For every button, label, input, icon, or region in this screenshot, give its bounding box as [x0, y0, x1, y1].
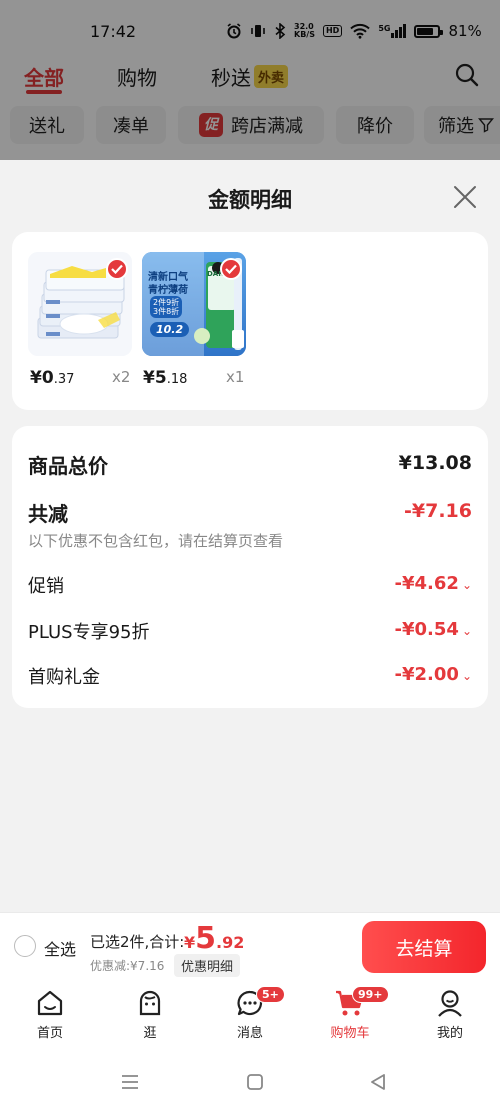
total-int: 5: [195, 921, 217, 956]
face-icon: [139, 990, 161, 1016]
product-qty-wipes: x2: [112, 368, 131, 386]
price-yen: ¥: [30, 368, 42, 388]
first-purchase-gift-amount: -¥2.00: [394, 664, 459, 685]
nav-messages[interactable]: 消息 5+: [220, 986, 285, 1041]
nav-browse[interactable]: 逛: [120, 988, 180, 1041]
cart-badge: 99+: [352, 986, 389, 1003]
nav-me-label: 我的: [436, 1026, 463, 1041]
nav-home-label: 首页: [36, 1026, 63, 1041]
amount-detail-sheet: 金额明细 ¥0.37 x2 清新口气 青柠薄荷 2件9折 3件8折 10.2 ¥…: [0, 160, 500, 912]
checkout-bar: 全选 已选2件,合计: ¥5.92 优惠减:¥7.16 优惠明细 去结算: [0, 912, 500, 982]
bottom-nav: 首页 逛 消息 5+ 购物车 99+ 我的: [0, 982, 500, 1052]
selected-check-icon: [220, 258, 242, 280]
goods-total-value: ¥13.08: [398, 452, 472, 474]
promo-value[interactable]: -¥4.62 ⌄: [395, 573, 472, 594]
home-button-icon[interactable]: [243, 1070, 267, 1094]
chevron-down-icon: ⌄: [461, 669, 472, 683]
nav-cart-label: 购物车: [330, 1026, 370, 1041]
product-thumb-wipes[interactable]: [28, 252, 132, 356]
product-price-wipes: ¥0.37: [30, 368, 74, 388]
back-icon[interactable]: [366, 1070, 390, 1094]
nav-me[interactable]: 我的: [420, 988, 480, 1041]
close-icon[interactable]: [452, 184, 478, 210]
nav-messages-label: 消息: [236, 1026, 263, 1041]
price-dec: .18: [166, 372, 188, 387]
product-qty-toothpaste: x1: [226, 368, 245, 386]
price-int: 5: [154, 368, 167, 388]
checkout-button[interactable]: 去结算: [362, 921, 486, 973]
promo-price-tag: 10.2: [150, 322, 190, 337]
selected-check-icon: [106, 258, 128, 280]
promo-line-3: 2件9折: [153, 298, 180, 307]
select-all-radio[interactable]: [14, 935, 36, 957]
plus-discount-amount: -¥0.54: [394, 619, 459, 640]
price-dec: .37: [53, 372, 75, 387]
plus-discount-value[interactable]: -¥0.54 ⌄: [395, 619, 472, 640]
sheet-title: 金额明细: [208, 188, 292, 212]
promo-pill: 2件9折 3件8折: [150, 296, 183, 318]
promo-line-4: 3件8折: [153, 307, 180, 316]
promo-amount: -¥4.62: [394, 573, 459, 594]
modal-overlay[interactable]: [0, 0, 500, 160]
chevron-down-icon: ⌄: [461, 624, 472, 638]
total-price: ¥5.92: [184, 921, 244, 956]
user-icon: [438, 990, 462, 1017]
discount-detail-button[interactable]: 优惠明细: [174, 954, 241, 977]
discount-summary: 优惠减:¥7.16: [90, 959, 165, 973]
first-purchase-gift-value[interactable]: -¥2.00 ⌄: [395, 664, 472, 685]
price-summary-card: 商品总价 ¥13.08 共减 -¥7.16 以下优惠不包含红包，请在结算页查看 …: [12, 426, 488, 708]
total-yen: ¥: [184, 933, 196, 952]
price-int: 0: [41, 368, 54, 388]
product-card: ¥0.37 x2 清新口气 青柠薄荷 2件9折 3件8折 DARLIE: [12, 232, 488, 410]
product-price-toothpaste: ¥5.18: [143, 368, 187, 388]
product-thumb-toothpaste[interactable]: 清新口气 青柠薄荷 2件9折 3件8折 DARLIE 10.2: [142, 252, 246, 356]
nav-cart[interactable]: 购物车 99+: [320, 986, 389, 1041]
total-reduce-value: -¥7.16: [404, 500, 472, 522]
promo-line-2: 青柠薄荷: [148, 285, 188, 296]
home-icon: [37, 990, 63, 1016]
first-purchase-gift-label: 首购礼金: [28, 667, 100, 688]
selected-count-text: 已选2件,合计:: [90, 933, 185, 951]
promo-label: 促销: [28, 576, 64, 597]
system-nav-bar: [0, 1052, 500, 1111]
total-dec: .92: [216, 933, 245, 952]
goods-total-label: 商品总价: [28, 454, 108, 478]
chevron-down-icon: ⌄: [461, 578, 472, 592]
select-all-label[interactable]: 全选: [44, 936, 76, 960]
price-yen: ¥: [143, 368, 155, 388]
plus-discount-label: PLUS专享95折: [28, 622, 150, 643]
total-reduce-label: 共减: [28, 502, 68, 526]
discount-note: 以下优惠不包含红包，请在结算页查看: [28, 532, 284, 550]
nav-home[interactable]: 首页: [20, 988, 80, 1041]
nav-browse-label: 逛: [143, 1026, 157, 1041]
menu-icon[interactable]: [118, 1070, 142, 1094]
message-badge: 5+: [256, 986, 285, 1003]
